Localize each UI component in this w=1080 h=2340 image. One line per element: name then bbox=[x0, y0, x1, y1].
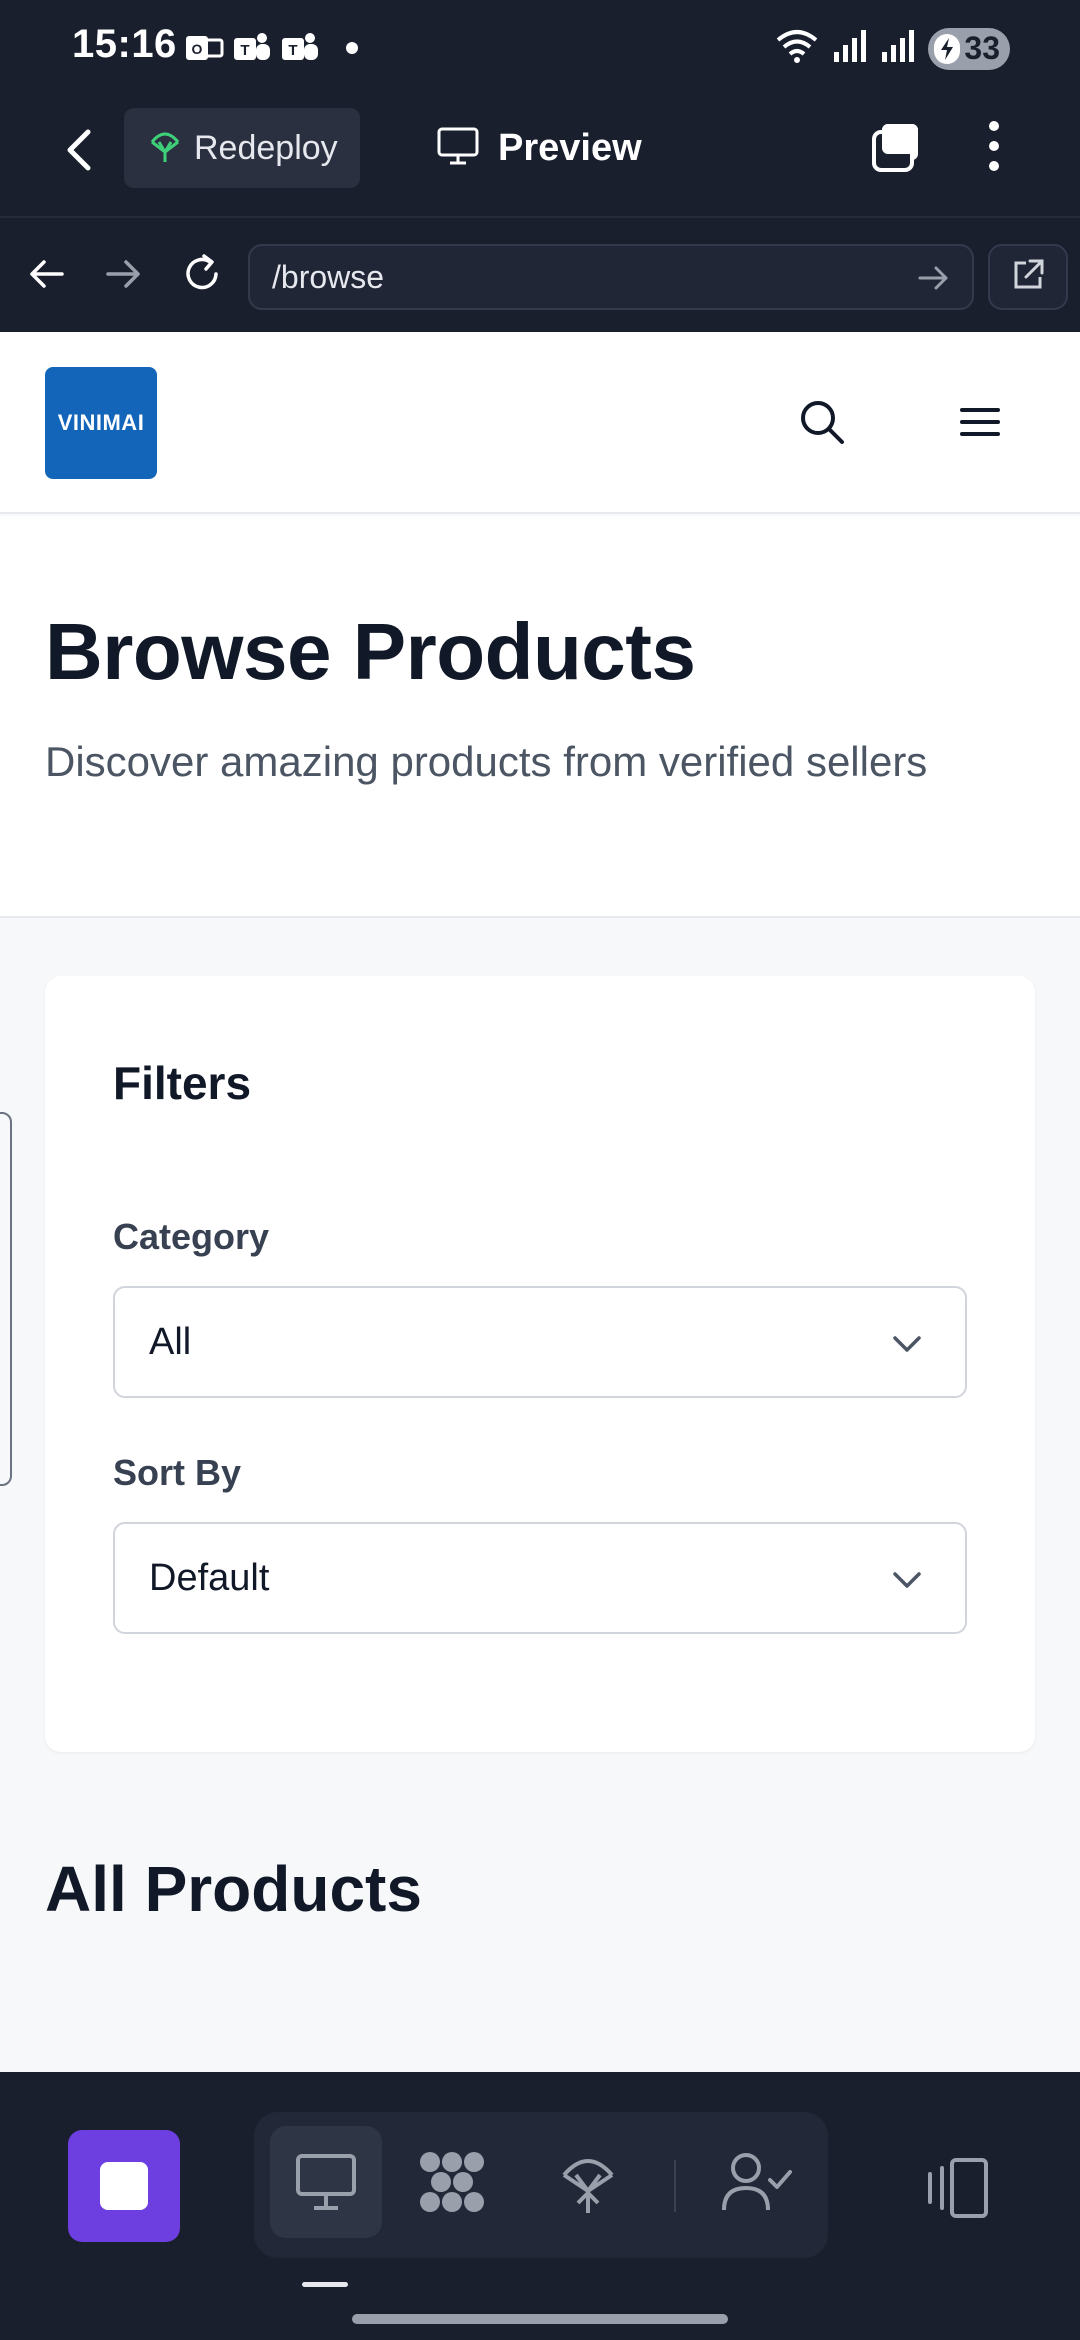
preview-label: Preview bbox=[498, 126, 642, 169]
browser-bar: /browse bbox=[0, 216, 1080, 332]
home-indicator[interactable] bbox=[352, 2314, 728, 2324]
tabs-icon[interactable] bbox=[868, 120, 924, 176]
page-subtitle: Discover amazing products from verified … bbox=[45, 738, 928, 785]
search-icon[interactable] bbox=[796, 396, 848, 448]
redeploy-button[interactable]: Redeploy bbox=[124, 108, 360, 188]
go-arrow-icon[interactable] bbox=[914, 258, 954, 298]
preview-tab[interactable]: Preview bbox=[436, 108, 642, 188]
chevron-down-icon bbox=[889, 1326, 925, 1362]
battery-level: 33 bbox=[964, 30, 1000, 66]
notification-dot bbox=[346, 42, 358, 54]
desktop-icon[interactable] bbox=[270, 2126, 382, 2238]
url-field[interactable]: /browse bbox=[248, 244, 974, 310]
screen: 15:16 O T T 33 Redeploy Preview /browse … bbox=[0, 0, 1080, 2340]
notification-icons: O T T bbox=[184, 28, 358, 68]
page-title: Browse Products bbox=[45, 607, 696, 696]
back-icon[interactable] bbox=[56, 122, 106, 178]
hamburger-menu-icon[interactable] bbox=[956, 400, 1004, 444]
svg-text:T: T bbox=[288, 42, 297, 59]
category-select[interactable]: All bbox=[113, 1286, 967, 1398]
active-indicator bbox=[302, 2282, 348, 2287]
dock-divider bbox=[674, 2160, 676, 2212]
svg-text:T: T bbox=[240, 42, 249, 59]
logo-text: VINIMAI bbox=[57, 410, 145, 435]
url-text: /browse bbox=[272, 258, 385, 295]
filters-title: Filters bbox=[113, 1057, 252, 1109]
signal-icon bbox=[880, 28, 916, 69]
monitor-icon bbox=[436, 126, 480, 171]
teams-icon: T bbox=[232, 28, 272, 68]
signal-icon bbox=[832, 28, 868, 69]
more-options-icon[interactable] bbox=[980, 116, 1008, 176]
status-bar: 15:16 O T T 33 bbox=[0, 0, 1080, 96]
dock-group bbox=[254, 2112, 828, 2258]
category-value: All bbox=[149, 1320, 192, 1363]
svg-text:O: O bbox=[192, 41, 203, 57]
page-viewport: VINIMAI Browse Products Discover amazing… bbox=[0, 332, 1080, 2072]
sort-label: Sort By bbox=[113, 1452, 242, 1493]
open-external-button[interactable] bbox=[988, 244, 1068, 310]
wifi-icon bbox=[774, 26, 820, 71]
stop-icon bbox=[100, 2162, 148, 2210]
status-time: 15:16 bbox=[72, 22, 177, 66]
sort-value: Default bbox=[149, 1556, 270, 1599]
deploy-icon[interactable] bbox=[532, 2126, 644, 2238]
filters-card: Filters Category All Sort By Default bbox=[45, 976, 1035, 1752]
site-header: VINIMAI bbox=[0, 332, 1080, 514]
stop-button[interactable] bbox=[68, 2130, 180, 2242]
app-toolbar: Redeploy Preview bbox=[0, 96, 1080, 216]
deploy-icon bbox=[148, 128, 182, 169]
bottom-dock bbox=[0, 2072, 1080, 2340]
section-heading: All Products bbox=[45, 1853, 422, 1925]
forward-arrow-icon[interactable] bbox=[96, 246, 152, 302]
site-logo[interactable]: VINIMAI bbox=[45, 367, 157, 479]
sort-select[interactable]: Default bbox=[113, 1522, 967, 1634]
external-link-icon bbox=[1010, 257, 1046, 298]
teams-icon: T bbox=[280, 28, 320, 68]
back-arrow-icon[interactable] bbox=[18, 246, 74, 302]
layout-toggle-icon[interactable] bbox=[920, 2152, 992, 2224]
system-icons: 33 bbox=[774, 26, 1010, 71]
user-check-icon[interactable] bbox=[700, 2126, 812, 2238]
chevron-down-icon bbox=[889, 1562, 925, 1598]
side-drawer-handle[interactable] bbox=[0, 1112, 12, 1486]
outlook-icon: O bbox=[184, 28, 224, 68]
battery-icon: 33 bbox=[928, 27, 1010, 70]
reload-icon[interactable] bbox=[174, 246, 230, 302]
redeploy-label: Redeploy bbox=[194, 128, 338, 167]
apps-icon[interactable] bbox=[396, 2126, 508, 2238]
hero-section: Browse Products Discover amazing product… bbox=[0, 516, 1080, 918]
category-label: Category bbox=[113, 1216, 270, 1257]
charging-icon bbox=[934, 33, 961, 64]
